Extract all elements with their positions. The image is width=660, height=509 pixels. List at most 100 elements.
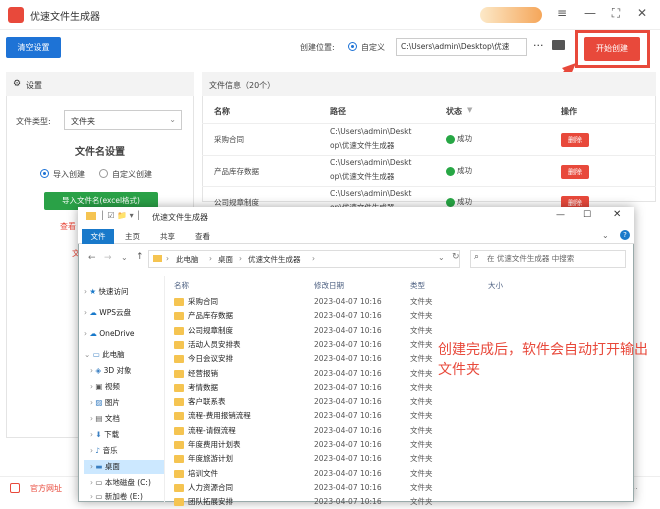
breadcrumb-item[interactable]: 优速文件生成器 bbox=[248, 254, 301, 265]
nav-label: WPS云盘 bbox=[99, 308, 131, 317]
file-name: 流程-费用报销流程 bbox=[174, 409, 251, 423]
row-status: 成功 bbox=[446, 196, 472, 207]
app-title: 优速文件生成器 bbox=[30, 12, 100, 23]
col-name-header[interactable]: 名称 bbox=[174, 280, 189, 291]
quick-access-toolbar-icon[interactable]: │ ☑ 📁 ▾ │ bbox=[100, 211, 141, 220]
file-date: 2023-04-07 10:16 bbox=[314, 397, 382, 407]
file-type: 文件夹 bbox=[410, 354, 433, 364]
delete-button[interactable]: 删除 bbox=[561, 133, 589, 147]
folder-icon bbox=[174, 340, 184, 349]
close-icon[interactable]: ✕ bbox=[634, 6, 650, 24]
file-date: 2023-04-07 10:16 bbox=[314, 325, 382, 335]
nav-desktop[interactable]: › ▬ 桌面 bbox=[84, 460, 164, 474]
file-type: 文件夹 bbox=[410, 482, 433, 492]
nav-videos[interactable]: › ▣ 视频 bbox=[90, 380, 120, 394]
file-type: 文件夹 bbox=[410, 425, 433, 435]
sep-icon: › bbox=[166, 254, 169, 263]
annotation-text: 创建完成后，软件会自动打开输出文件夹 bbox=[438, 342, 648, 378]
divider bbox=[202, 123, 656, 124]
nav-pictures[interactable]: › ▨ 图片 bbox=[90, 396, 120, 410]
col-size-header[interactable]: 大小 bbox=[488, 280, 503, 291]
col-type-header[interactable]: 类型 bbox=[410, 280, 425, 291]
folder-icon bbox=[174, 326, 184, 335]
refresh-icon[interactable]: ↻ bbox=[452, 252, 460, 262]
file-type-value: 文件夹 bbox=[71, 117, 95, 126]
file-date: 2023-04-07 10:16 bbox=[314, 368, 382, 378]
tab-home[interactable]: 主页 bbox=[125, 231, 140, 242]
clear-settings-button[interactable]: 清空设置 bbox=[6, 37, 61, 58]
website-icon bbox=[10, 483, 20, 493]
close-icon[interactable]: ✕ bbox=[613, 209, 621, 220]
file-type-select[interactable]: 文件夹 ⌄ bbox=[64, 110, 182, 130]
nav-local-disk-c[interactable]: › ▭ 本地磁盘 (C:) bbox=[90, 476, 151, 490]
nav-label: 本地磁盘 (C:) bbox=[104, 478, 151, 487]
file-name-text: 考情数据 bbox=[188, 382, 218, 392]
login-button[interactable] bbox=[480, 7, 542, 23]
nav-label: 音乐 bbox=[102, 446, 118, 455]
nav-music[interactable]: › ♪ 音乐 bbox=[90, 444, 118, 458]
minimize-icon[interactable]: — bbox=[556, 210, 565, 220]
folder-icon bbox=[86, 212, 96, 220]
nav-downloads[interactable]: › ⬇ 下载 bbox=[90, 428, 119, 442]
folder-icon bbox=[174, 312, 184, 321]
nav-label: 快速访问 bbox=[98, 287, 129, 296]
maximize-icon[interactable]: ☐ bbox=[583, 210, 591, 220]
view-link[interactable]: 查看 bbox=[60, 221, 76, 232]
recent-chevron-icon[interactable]: ⌄ bbox=[121, 253, 128, 262]
gear-icon: ⚙ bbox=[13, 79, 22, 89]
nav-label: 下载 bbox=[104, 430, 120, 439]
nav-onedrive[interactable]: › ☁ OneDrive bbox=[84, 327, 135, 341]
menu-icon[interactable]: ≡ bbox=[554, 6, 570, 24]
file-name-text: 产品库存数据 bbox=[188, 311, 233, 321]
back-icon[interactable]: ← bbox=[88, 253, 96, 263]
file-type: 文件夹 bbox=[410, 497, 433, 507]
sep-icon: › bbox=[209, 254, 212, 263]
file-name: 采购合同 bbox=[174, 295, 218, 309]
file-name-text: 培训文件 bbox=[188, 468, 218, 478]
folder-icon bbox=[174, 498, 184, 507]
filter-icon[interactable]: ▼ bbox=[467, 106, 472, 114]
forward-icon[interactable]: → bbox=[104, 253, 112, 263]
address-dropdown-icon[interactable]: ⌄ bbox=[438, 253, 445, 262]
file-name: 经营报销 bbox=[174, 367, 218, 381]
output-path-field[interactable]: C:\Users\admin\Desktop\优速 bbox=[396, 38, 527, 56]
nav-documents[interactable]: › ▤ 文档 bbox=[90, 412, 120, 426]
app-logo-icon bbox=[8, 7, 24, 23]
file-type: 文件夹 bbox=[410, 397, 433, 407]
divider bbox=[202, 155, 656, 156]
col-date-header[interactable]: 修改日期 bbox=[314, 280, 344, 291]
nav-quick-access[interactable]: › ★ 快速访问 bbox=[84, 285, 164, 299]
file-type: 文件夹 bbox=[410, 368, 433, 378]
tab-view[interactable]: 查看 bbox=[195, 231, 210, 242]
folder-icon[interactable] bbox=[552, 40, 565, 50]
file-name-text: 客户联系表 bbox=[188, 397, 226, 407]
nav-this-pc[interactable]: ⌄ ▭ 此电脑 bbox=[84, 348, 125, 362]
minimize-icon[interactable]: — bbox=[582, 6, 598, 24]
custom-radio[interactable] bbox=[348, 42, 357, 51]
file-name: 培训文件 bbox=[174, 467, 218, 481]
help-icon[interactable]: ? bbox=[620, 230, 630, 240]
settings-header: 设置 bbox=[26, 81, 42, 90]
search-input[interactable]: 在 优速文件生成器 中搜索 bbox=[470, 250, 626, 268]
tab-share[interactable]: 共享 bbox=[160, 231, 175, 242]
file-date: 2023-04-07 10:16 bbox=[314, 440, 382, 449]
breadcrumb-item[interactable]: 桌面 bbox=[218, 254, 233, 265]
custom-create-radio[interactable] bbox=[99, 169, 108, 178]
file-date: 2023-04-07 10:16 bbox=[314, 411, 382, 421]
row-path: op\优速文件生成器 bbox=[330, 141, 395, 150]
breadcrumb-item[interactable]: 此电脑 bbox=[176, 254, 199, 265]
delete-button[interactable]: 删除 bbox=[561, 165, 589, 179]
more-icon[interactable]: ··· bbox=[533, 39, 544, 52]
chevron-down-icon[interactable]: ⌄ bbox=[602, 231, 609, 240]
file-name-text: 流程-请假流程 bbox=[188, 425, 236, 435]
nav-label: 新加卷 (E:) bbox=[104, 492, 143, 501]
maximize-icon[interactable]: ⛶ bbox=[608, 6, 624, 24]
folder-icon bbox=[174, 483, 184, 492]
tab-file[interactable]: 文件 bbox=[82, 229, 114, 244]
nav-3d-objects[interactable]: › ◈ 3D 对象 bbox=[90, 364, 132, 378]
website-link[interactable]: 官方网址 bbox=[30, 483, 62, 494]
import-create-radio[interactable] bbox=[40, 169, 49, 178]
folder-icon bbox=[174, 298, 184, 306]
up-icon[interactable]: ↑ bbox=[136, 252, 144, 262]
nav-wps-cloud[interactable]: › ☁ WPS云盘 bbox=[84, 306, 131, 320]
